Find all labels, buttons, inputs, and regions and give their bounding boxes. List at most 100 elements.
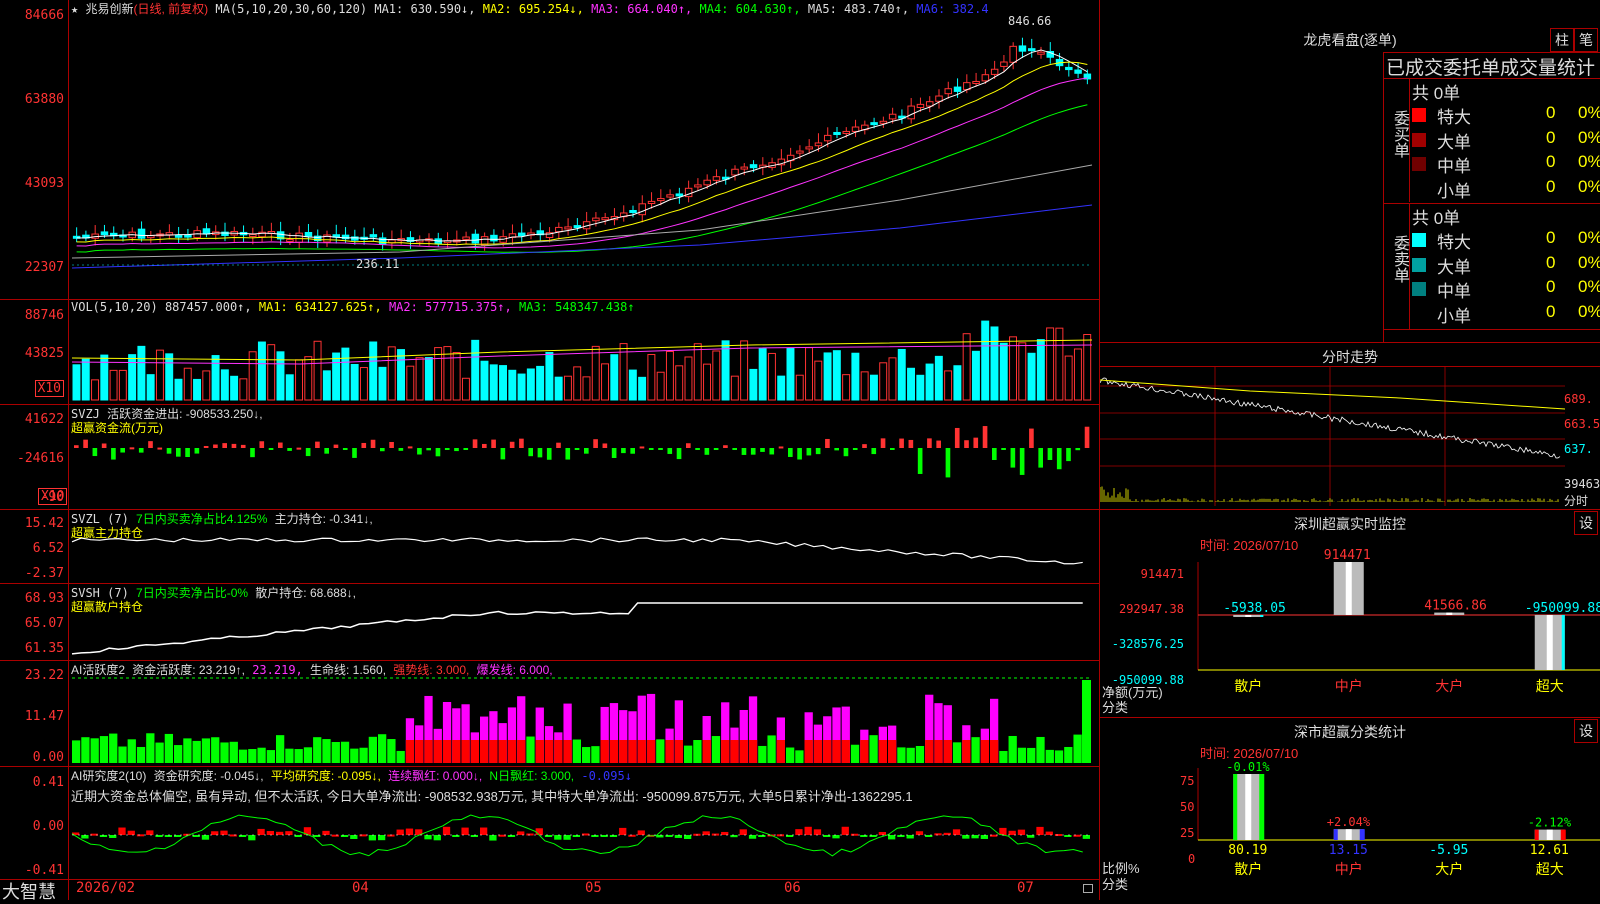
svzj-bar (806, 448, 812, 456)
volume-bar (341, 347, 350, 401)
sell-count: 0 (1546, 252, 1556, 272)
ai1-bar (684, 745, 693, 763)
ai1-bar (81, 737, 90, 763)
ai1-bar-base (470, 740, 479, 763)
ai2-bar (452, 835, 460, 837)
app-logo[interactable]: 大智慧 (2, 878, 56, 904)
volume-bar (573, 366, 582, 401)
volume-bar (1027, 352, 1036, 401)
svzj-bar (120, 448, 125, 453)
volume-bar (480, 360, 489, 401)
candle-body (694, 184, 702, 188)
ai1-bar-base (832, 740, 841, 763)
lhb-title: 龙虎看盘(逐单) (1303, 32, 1397, 48)
ai1-bar (229, 741, 238, 763)
buy-row: 中单 0 0% (1412, 152, 1600, 176)
volume-bar (461, 377, 470, 401)
candle-body (944, 88, 953, 95)
svzj-bar (602, 443, 608, 448)
volume-bar (72, 364, 81, 401)
candle-body (638, 203, 647, 216)
ai1-bar (1073, 734, 1082, 763)
favorite-star-icon[interactable]: ★ (71, 2, 78, 16)
buy-row: 特大 0 0% (1412, 103, 1600, 127)
sell-name: 大单 (1437, 257, 1471, 277)
bar-mode-button[interactable]: 柱 (1550, 28, 1574, 52)
ai1-bar (591, 746, 600, 763)
classify-value-label: 80.19 (1228, 843, 1267, 858)
svzj-bar (111, 448, 116, 460)
adjust-mode[interactable]: (日线, 前复权) (133, 2, 208, 16)
ai1-bar (359, 747, 368, 763)
ai1-bar (72, 740, 81, 763)
ai2-l3: 连续飘红: 0.000↓, (388, 769, 483, 783)
vol-value: 887457.000↑, (164, 300, 252, 314)
ai1-bar (572, 739, 581, 763)
candle-body (1018, 45, 1027, 52)
ai1-bar-base (990, 740, 999, 763)
ma5-line (71, 164, 1093, 259)
lock-icon[interactable] (1083, 884, 1093, 893)
svzj-bar (648, 448, 654, 450)
sell-name: 中单 (1437, 282, 1471, 301)
candle-body (165, 232, 174, 236)
classify-bar-edge (1359, 829, 1365, 840)
volume-bar (1046, 327, 1055, 401)
left-chart-area[interactable]: ★ 兆易创新(日线, 前复权) MA(5,10,20,30,60,120) MA… (0, 0, 1100, 902)
volume-bar (387, 346, 396, 401)
ma5-value: MA5: 483.740↑, (807, 2, 910, 16)
fenshi-y-tick: 663.5 (1564, 417, 1600, 431)
svzj-bar (1010, 448, 1016, 468)
ai1-bar (1027, 747, 1036, 763)
volume-bar (749, 368, 758, 401)
ai2-bar (739, 829, 747, 835)
svzl-y-axis: 15.42 6.52 -2.37 (0, 510, 69, 583)
volume-bar (81, 358, 90, 401)
candle-body (286, 239, 294, 243)
svzj-bar (927, 438, 932, 448)
fenshi-unit: 分时 (1564, 494, 1589, 508)
buy-name: 大单 (1437, 132, 1471, 152)
svzj-bar (398, 448, 404, 451)
svzj-bar (305, 448, 311, 457)
svzj-bar (945, 448, 951, 478)
candle-body (823, 134, 832, 142)
svzl-sub: 超赢主力持仓 (71, 526, 144, 540)
classify-bar-edge (1233, 774, 1238, 840)
ai2-bar (507, 835, 516, 837)
ai2-bar (906, 835, 914, 839)
svzj-bar (342, 448, 348, 450)
candle-body (1037, 51, 1045, 55)
candle-body (712, 176, 721, 181)
volume-bar (767, 352, 776, 401)
ai2-bar (81, 835, 89, 839)
monitor-xlabel: 分类 (1102, 700, 1129, 715)
fenshi-title: 分时走势 (1322, 349, 1378, 365)
ai1-bar-base (860, 740, 869, 763)
ai2-bar (869, 835, 877, 837)
volume-bar (424, 357, 433, 401)
ai1-bar (331, 742, 340, 763)
ai2-bar (433, 835, 441, 841)
sell-row: 特大 0 0% (1412, 228, 1600, 252)
classify-bar-group: -5.95 大户 (1429, 843, 1468, 877)
buy-pct: 0% (1578, 152, 1600, 171)
fenshi-chart[interactable] (1100, 366, 1600, 506)
ma-line (76, 104, 1088, 253)
svzj-bar (417, 448, 422, 455)
y-tick: 0.41 (32, 775, 64, 790)
tick-mode-button[interactable]: 笔 (1574, 28, 1598, 52)
svzj-bar (565, 448, 571, 460)
svzj-bar (176, 448, 181, 457)
candle-body (907, 105, 915, 120)
ai1-bar-base (739, 740, 748, 763)
ai2-bar (1064, 835, 1072, 837)
y-tick: 68.93 (24, 591, 64, 606)
classify-category-label: 大户 (1435, 861, 1463, 877)
candle-body (184, 234, 192, 238)
svzj-bar (83, 439, 88, 448)
ai2-bar (702, 831, 710, 835)
ai1-bar-base (804, 740, 813, 763)
candle-body (1027, 48, 1036, 52)
ai2-bar (962, 835, 970, 839)
